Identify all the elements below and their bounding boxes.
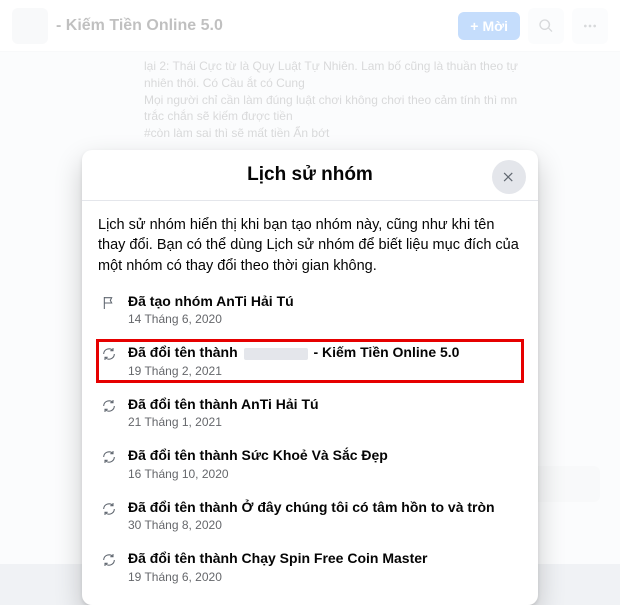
history-item: Đã đổi tên thành - Kiếm Tiền Online 5.0 1… <box>98 341 522 381</box>
history-item: Đã tạo nhóm AnTi Hải Tú14 Tháng 6, 2020 <box>98 290 522 330</box>
history-item-text: Đã đổi tên thành Ở đây chúng tôi có tâm … <box>128 499 495 533</box>
rename-icon <box>100 345 118 363</box>
history-item-text: Đã đổi tên thành Chạy Spin Free Coin Mas… <box>128 550 427 584</box>
history-item-date: 19 Tháng 2, 2021 <box>128 364 459 378</box>
history-item-text: Đã tạo nhóm AnTi Hải Tú14 Tháng 6, 2020 <box>128 293 294 327</box>
history-item: Đã đổi tên thành Chạy Spin Free Coin Mas… <box>98 547 522 587</box>
history-item-title: Đã đổi tên thành Sức Khoẻ Và Sắc Đẹp <box>128 447 388 465</box>
rename-icon <box>100 448 118 466</box>
modal-intro: Lịch sử nhóm hiển thị khi bạn tạo nhóm n… <box>98 215 522 276</box>
history-item-date: 14 Tháng 6, 2020 <box>128 312 294 326</box>
history-item: Đã đổi tên thành AnTi Hải Tú21 Tháng 1, … <box>98 393 522 433</box>
modal-header: Lịch sử nhóm <box>82 150 538 201</box>
history-item-date: 19 Tháng 6, 2020 <box>128 570 427 584</box>
history-item-title: Đã đổi tên thành - Kiếm Tiền Online 5.0 <box>128 344 459 362</box>
history-item-text: Đã đổi tên thành Sức Khoẻ Và Sắc Đẹp 16 T… <box>128 447 388 481</box>
history-item: Đã đổi tên thành Sức Khoẻ Và Sắc Đẹp 16 T… <box>98 444 522 484</box>
modal-overlay[interactable]: Lịch sử nhóm Lịch sử nhóm hiển thị khi b… <box>0 0 620 564</box>
history-item-title: Đã tạo nhóm AnTi Hải Tú <box>128 293 294 311</box>
history-item-title: Đã đổi tên thành AnTi Hải Tú <box>128 396 319 414</box>
history-item-date: 21 Tháng 1, 2021 <box>128 415 319 429</box>
history-item: Đã đổi tên thành Ở đây chúng tôi có tâm … <box>98 496 522 536</box>
history-item-title: Đã đổi tên thành Chạy Spin Free Coin Mas… <box>128 550 427 568</box>
redacted-name <box>244 348 308 360</box>
history-item-date: 30 Tháng 8, 2020 <box>128 518 495 532</box>
history-item-date: 16 Tháng 10, 2020 <box>128 467 388 481</box>
rename-icon <box>100 551 118 569</box>
modal-body: Lịch sử nhóm hiển thị khi bạn tạo nhóm n… <box>82 201 538 605</box>
flag-icon <box>100 294 118 312</box>
modal-title: Lịch sử nhóm <box>98 164 522 186</box>
group-history-modal: Lịch sử nhóm Lịch sử nhóm hiển thị khi b… <box>82 150 538 605</box>
history-item-text: Đã đổi tên thành - Kiếm Tiền Online 5.0 1… <box>128 344 459 378</box>
close-icon <box>502 170 516 184</box>
history-list: Đã tạo nhóm AnTi Hải Tú14 Tháng 6, 2020Đ… <box>98 290 522 587</box>
history-item-title: Đã đổi tên thành Ở đây chúng tôi có tâm … <box>128 499 495 517</box>
rename-icon <box>100 397 118 415</box>
close-button[interactable] <box>492 160 526 194</box>
history-item-text: Đã đổi tên thành AnTi Hải Tú21 Tháng 1, … <box>128 396 319 430</box>
rename-icon <box>100 500 118 518</box>
